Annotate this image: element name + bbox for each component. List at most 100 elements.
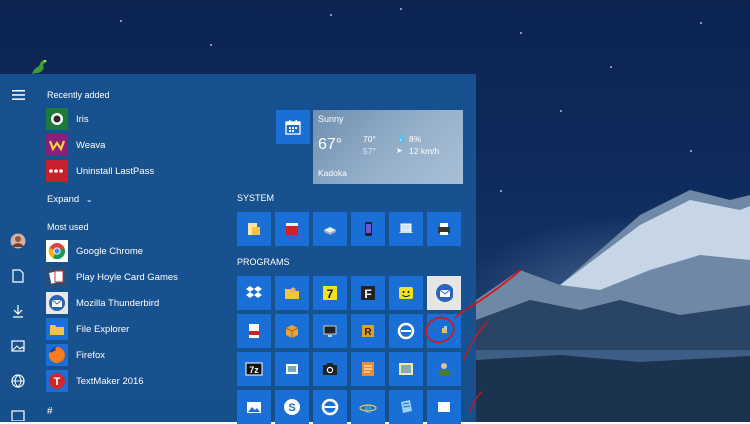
tile-program-17[interactable] [389,352,423,386]
thunderbird-icon [435,284,453,302]
hamburger-menu-icon[interactable] [9,86,27,104]
app-label: TextMaker 2016 [76,375,144,387]
f-app-icon: F [359,284,377,302]
group-label-system: SYSTEM [237,193,275,203]
iris-icon [46,108,68,130]
package-icon [283,322,301,340]
app-label: Firefox [76,349,106,361]
wind-icon: ➤ [396,146,403,155]
expand-label: Expand [47,194,80,205]
folder-icon [46,318,68,340]
app-item-weava[interactable]: Weava [46,134,105,156]
app-label: Google Chrome [76,245,144,257]
tile-system-4[interactable] [351,212,385,246]
tile-system-2[interactable] [275,212,309,246]
tile-program-3[interactable]: 7 [313,276,347,310]
svg-text:e: e [364,400,371,416]
pdf-icon [245,322,263,340]
tile-program-11[interactable] [389,314,423,348]
thunderbird-icon [46,292,68,314]
calendar-tile[interactable] [276,110,310,144]
lastpass-icon [46,160,68,182]
tile-program-15[interactable] [313,352,347,386]
weather-tile[interactable]: Sunny 67° 70° 57° 💧 8% ➤ 12 km/h Kadoka [313,110,463,184]
documents-icon[interactable] [9,267,27,285]
edge-legacy-icon [397,322,415,340]
notes-icon [359,360,377,378]
image-viewer-icon [397,360,415,378]
weather-low: 57° [363,146,376,156]
small-app-icon [435,322,453,340]
tile-program-8[interactable] [275,314,309,348]
svg-text:7: 7 [327,287,334,301]
app-item-mozilla-thunderbird[interactable]: Mozilla Thunderbird [46,292,159,314]
skype-icon: S [283,398,301,416]
app-label: Weava [76,139,106,151]
tile-program-5[interactable] [389,276,423,310]
app-item-uninstall-lastpass[interactable]: Uninstall LastPass [46,160,154,182]
tile-program-10[interactable]: R [351,314,385,348]
tile-program-14[interactable] [275,352,309,386]
start-menu: Recently added Iris Weava Uninstall Last… [0,74,476,424]
group-label-programs: PROGRAMS [237,257,290,267]
tile-program-2[interactable] [275,276,309,310]
svg-text:S: S [288,402,295,414]
weather-condition: Sunny [318,114,344,124]
app-item-iris[interactable]: Iris [46,108,89,130]
printer-icon [435,220,453,238]
firefox-icon [46,344,68,366]
tile-program-24[interactable] [427,390,461,424]
app-label: File Explorer [76,323,130,335]
desktop-dragon-icon[interactable] [29,56,51,76]
textmaker-icon: T [46,370,68,392]
monitor-icon [321,322,339,340]
app-label: Mozilla Thunderbird [76,297,160,309]
weava-icon [46,134,68,156]
tile-7zip[interactable]: 7z [237,352,271,386]
alphabet-index-hash[interactable]: # [47,406,53,417]
most-used-heading: Most used [47,222,89,232]
tile-system-6[interactable] [427,212,461,246]
user-avatar[interactable] [9,232,27,250]
tile-system-1[interactable] [237,212,271,246]
pictures-icon[interactable] [9,337,27,355]
document-folder-icon [245,220,263,238]
svg-text:F: F [364,287,371,301]
tile-thunderbird[interactable] [427,276,461,310]
archive-r-icon: R [359,322,377,340]
svg-text:T: T [54,376,61,388]
tile-system-3[interactable] [313,212,347,246]
red-box-icon [283,220,301,238]
tile-system-5[interactable] [389,212,423,246]
downloads-icon[interactable] [9,302,27,320]
tile-program-23[interactable] [389,390,423,424]
edge-icon [321,398,339,416]
app-label: Play Hoyle Card Games [76,271,178,283]
app-item-play-hoyle-card-games[interactable]: Play Hoyle Card Games [46,266,178,288]
app-label: Iris [76,113,89,125]
expand-link[interactable]: Expand ⌄ [47,194,93,205]
app-item-firefox[interactable]: Firefox [46,344,105,366]
tile-program-9[interactable] [313,314,347,348]
drive-icon [321,220,339,238]
phone-icon [359,220,377,238]
weather-wind: 12 km/h [409,146,440,156]
tile-skype[interactable]: S [275,390,309,424]
tile-edge[interactable] [313,390,347,424]
file-explorer-icon[interactable] [9,406,27,424]
tile-photos[interactable] [237,390,271,424]
svg-text:R: R [364,327,372,338]
tile-program-7[interactable] [237,314,271,348]
app-item-textmaker-2016[interactable]: T TextMaker 2016 [46,370,144,392]
tile-dropbox[interactable] [237,276,271,310]
app-item-file-explorer[interactable]: File Explorer [46,318,129,340]
tile-internet-explorer[interactable]: e [351,390,385,424]
tile-program-4[interactable]: F [351,276,385,310]
app-item-google-chrome[interactable]: Google Chrome [46,240,143,262]
start-rail [0,74,36,422]
tile-program-12[interactable] [427,314,461,348]
network-globe-icon[interactable] [9,372,27,390]
chrome-icon [46,240,68,262]
tile-program-16[interactable] [351,352,385,386]
tile-program-18[interactable] [427,352,461,386]
